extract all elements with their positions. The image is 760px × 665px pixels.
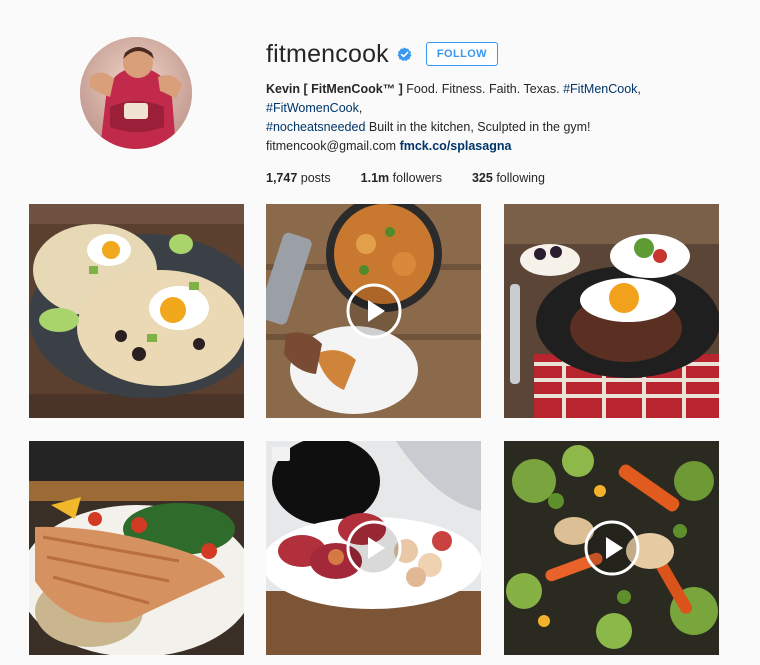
following-stat[interactable]: 325 following (472, 171, 545, 185)
post-thumbnail[interactable] (504, 441, 719, 655)
post-image (29, 441, 244, 655)
avatar-image (80, 37, 192, 149)
follow-button[interactable]: FOLLOW (425, 42, 498, 66)
profile-username: fitmencook (266, 40, 389, 68)
followers-label: followers (392, 171, 442, 185)
posts-label: posts (300, 171, 331, 185)
posts-count: 1,747 (266, 171, 298, 185)
bio-text: Built in the kitchen, Sculpted in the gy… (365, 120, 591, 134)
post-thumbnail[interactable] (29, 204, 244, 418)
post-thumbnail[interactable] (266, 441, 481, 655)
email-text: fitmencook@gmail.com (266, 139, 397, 153)
separator: , (637, 82, 641, 96)
profile-avatar[interactable] (80, 37, 192, 149)
hashtag-link[interactable]: #FitWomenCook (266, 101, 359, 115)
website-link[interactable]: fmck.co/splasagna (400, 139, 512, 153)
hashtag-link[interactable]: #nocheatsneeded (266, 120, 365, 134)
profile-page: fitmencook FOLLOW Kevin [ FitMenCook™ ] … (0, 0, 760, 665)
post-image (29, 204, 244, 418)
followers-count: 1.1m (360, 171, 390, 185)
full-name: Kevin [ FitMenCook™ ] (266, 82, 403, 96)
video-play-icon[interactable] (584, 520, 640, 576)
verified-badge-icon (397, 47, 412, 62)
posts-stat: 1,747 posts (266, 171, 331, 185)
video-play-icon[interactable] (346, 283, 402, 339)
video-play-icon[interactable] (346, 520, 402, 576)
post-thumbnail[interactable] (266, 204, 481, 418)
profile-info: fitmencook FOLLOW Kevin [ FitMenCook™ ] … (266, 38, 736, 185)
profile-stats: 1,747 posts 1.1m followers 325 following (266, 171, 736, 185)
name-row: fitmencook FOLLOW (266, 38, 736, 70)
bio-text: Food. Fitness. Faith. Texas. (402, 82, 564, 96)
profile-bio: Kevin [ FitMenCook™ ] Food. Fitness. Fai… (266, 80, 736, 156)
followers-stat[interactable]: 1.1m followers (361, 171, 442, 185)
post-image (504, 204, 719, 418)
separator: , (358, 101, 363, 115)
hashtag-link[interactable]: #FitMenCook (563, 82, 637, 96)
post-thumbnail[interactable] (504, 204, 719, 418)
post-thumbnail[interactable] (29, 441, 244, 655)
following-label: following (496, 171, 545, 185)
following-count: 325 (471, 171, 493, 185)
